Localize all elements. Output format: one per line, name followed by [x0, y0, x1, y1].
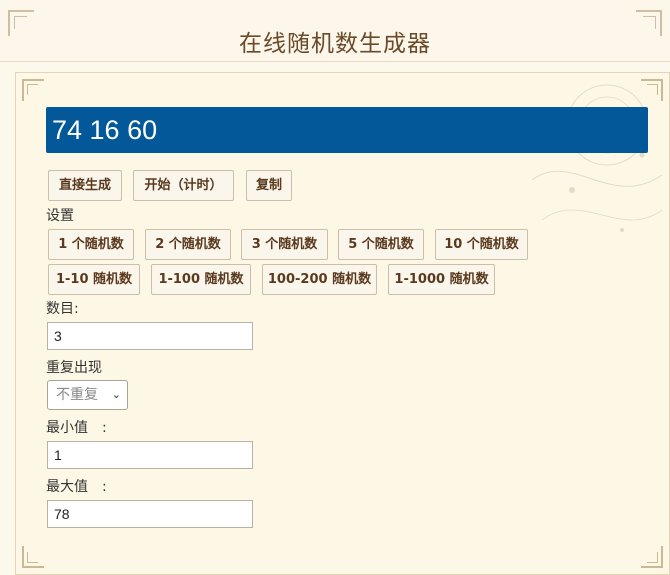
- count-input[interactable]: 3: [47, 322, 253, 350]
- preset-1-10-button[interactable]: 1-10 随机数: [48, 264, 140, 295]
- max-label: 最大值 :: [46, 479, 107, 495]
- max-value-input[interactable]: 78: [47, 500, 253, 528]
- repeat-label: 重复出现: [46, 360, 102, 376]
- repeat-select[interactable]: 不重复 ⌄: [47, 380, 128, 410]
- preset-100-200-button[interactable]: 100-200 随机数: [262, 264, 377, 295]
- preset-1-100-button[interactable]: 1-100 随机数: [151, 264, 251, 295]
- result-display: 74 16 60: [46, 107, 648, 153]
- settings-label: 设置: [46, 208, 74, 224]
- panel-corner-ornament: [22, 546, 44, 568]
- count-label: 数目:: [46, 301, 79, 317]
- preset-3-random-button[interactable]: 3 个随机数: [241, 229, 328, 260]
- panel-corner-ornament: [641, 546, 663, 568]
- min-value-input[interactable]: 1: [47, 441, 253, 469]
- preset-1-1000-button[interactable]: 1-1000 随机数: [388, 264, 495, 295]
- panel-corner-ornament: [22, 79, 44, 101]
- copy-button[interactable]: 复制: [246, 170, 292, 201]
- page-title: 在线随机数生成器: [239, 31, 431, 57]
- header: 在线随机数生成器: [0, 0, 670, 62]
- preset-2-random-button[interactable]: 2 个随机数: [145, 229, 231, 260]
- preset-1-random-button[interactable]: 1 个随机数: [48, 229, 134, 260]
- generate-button[interactable]: 直接生成: [48, 170, 122, 201]
- start-timer-button[interactable]: 开始（计时）: [133, 170, 234, 201]
- repeat-selected-value: 不重复: [56, 387, 98, 403]
- preset-5-random-button[interactable]: 5 个随机数: [338, 229, 424, 260]
- preset-10-random-button[interactable]: 10 个随机数: [435, 229, 528, 260]
- min-label: 最小值 :: [46, 420, 107, 436]
- chevron-down-icon: ⌄: [111, 388, 121, 401]
